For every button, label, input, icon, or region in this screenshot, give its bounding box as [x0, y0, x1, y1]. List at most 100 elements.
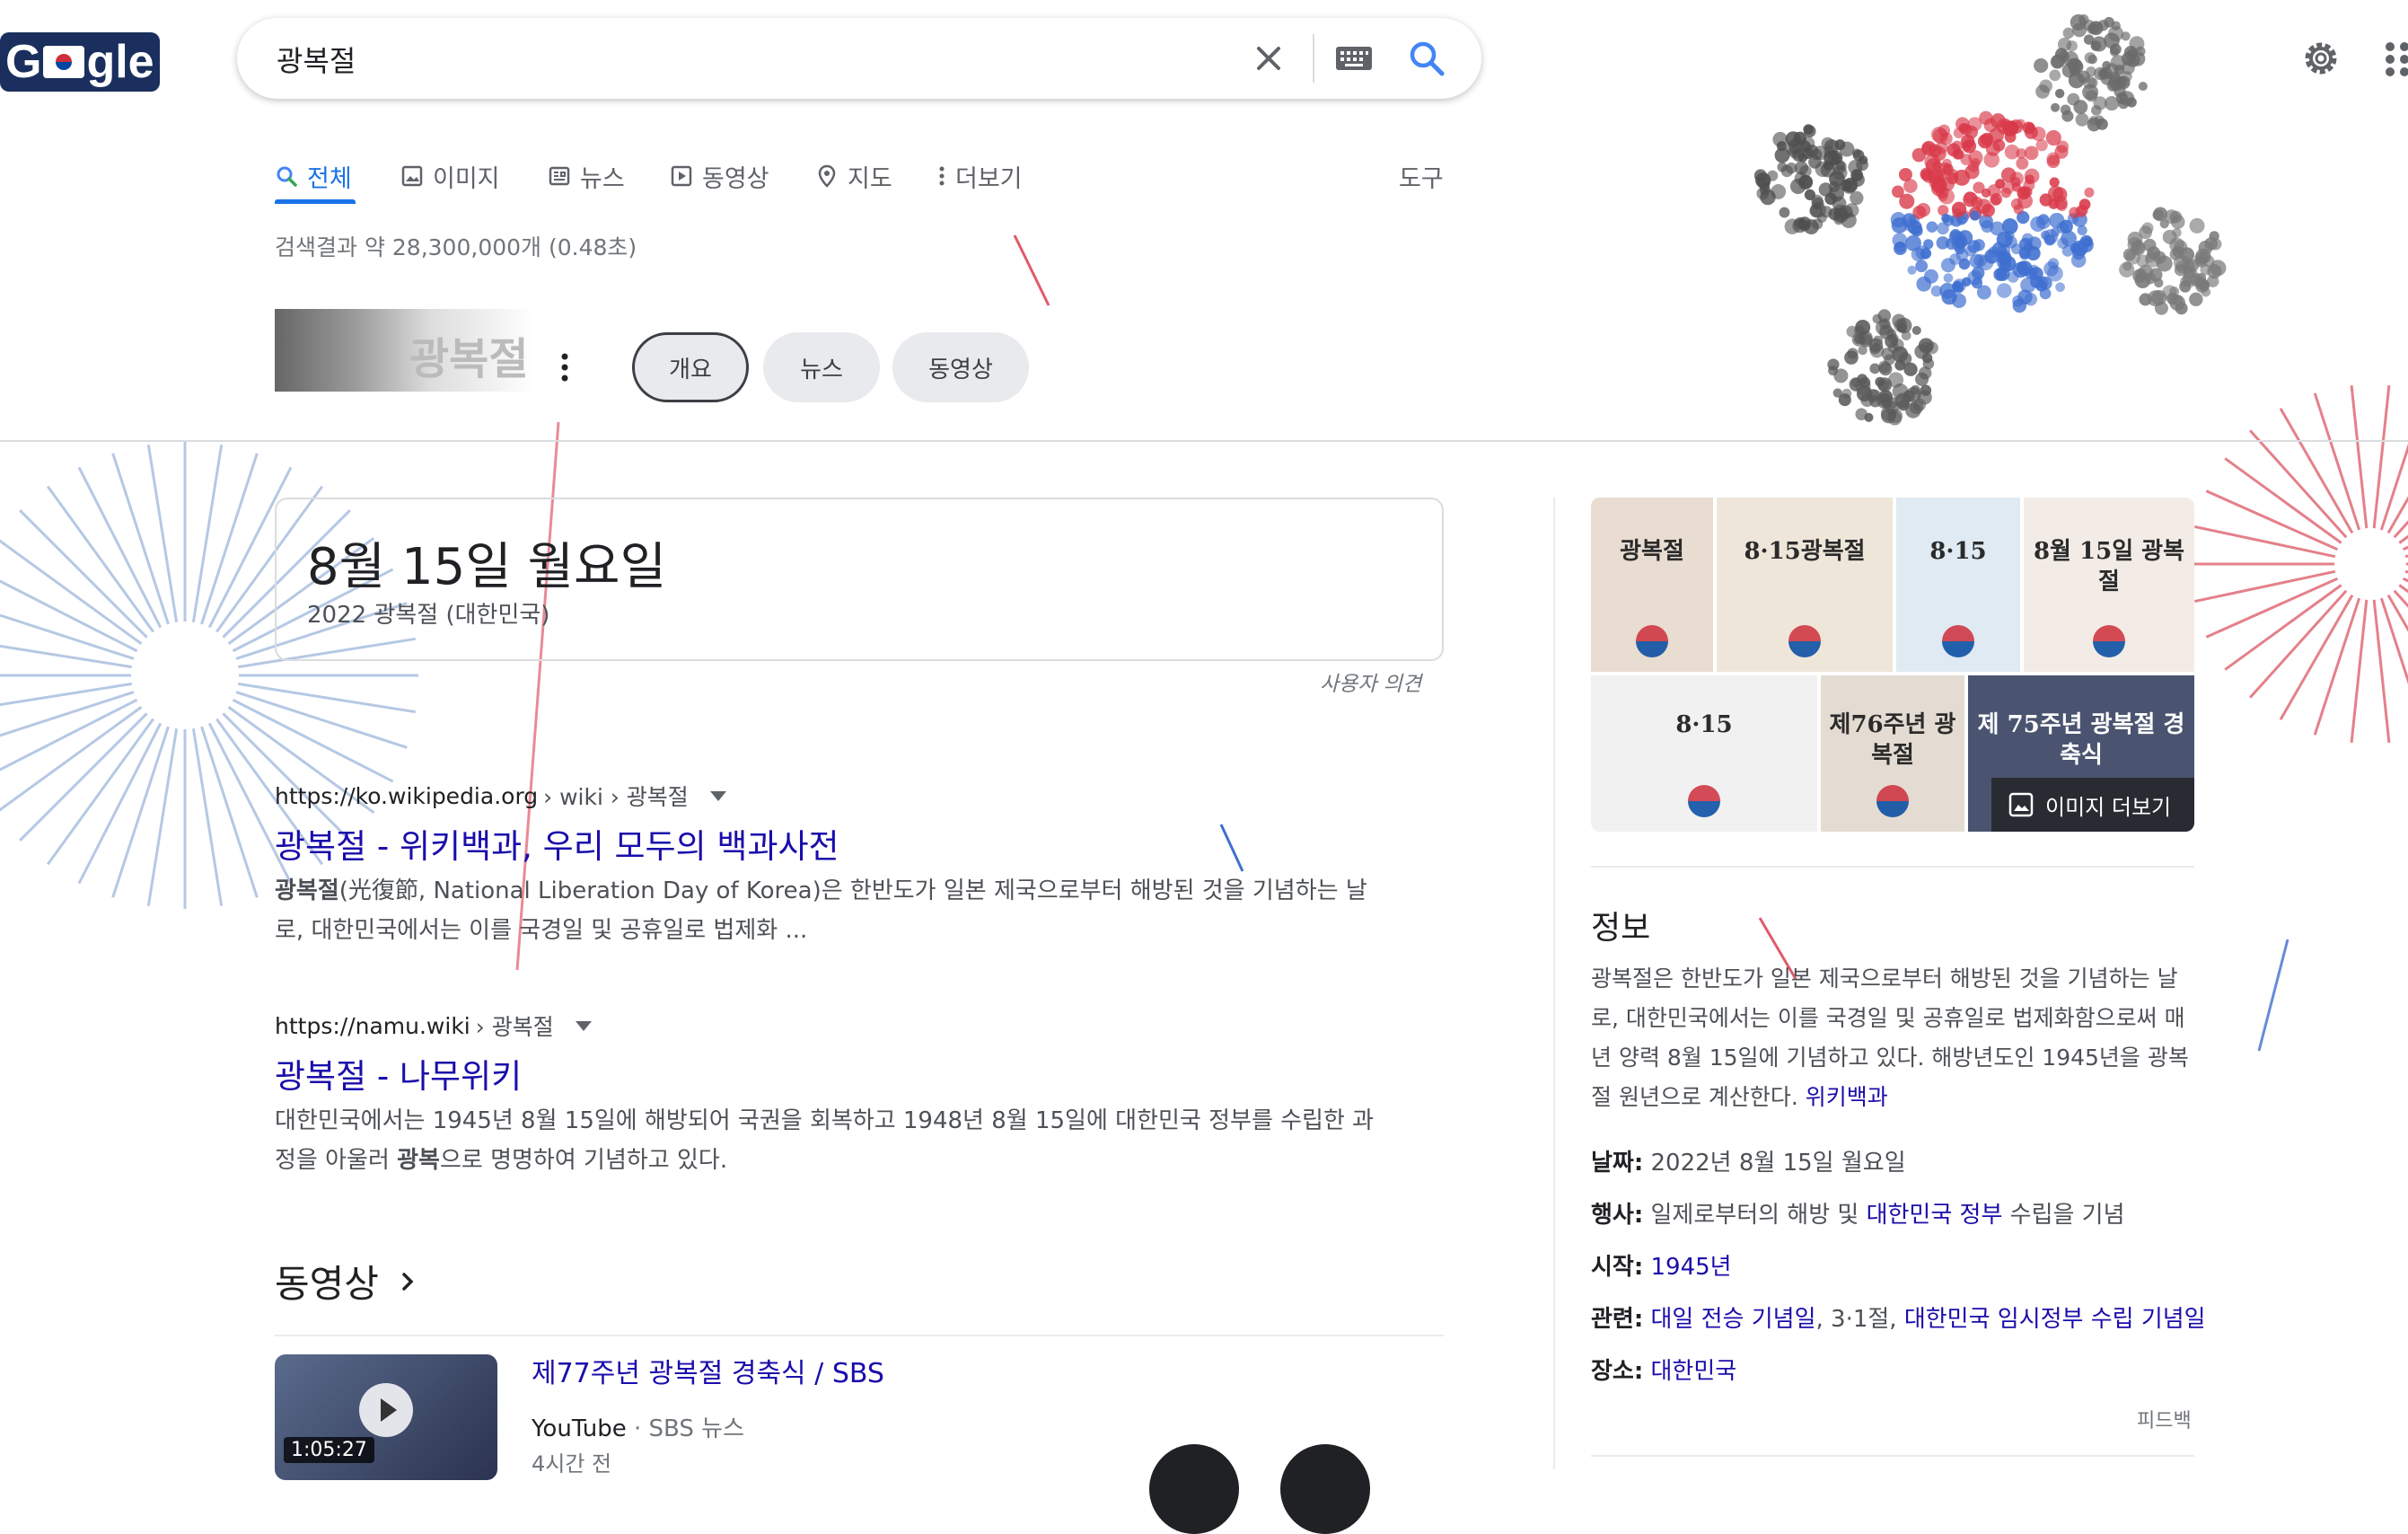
taegeuk-flag-icon: [43, 46, 84, 78]
video-source: YouTube · SBS 뉴스: [532, 1410, 744, 1443]
kp-image-caption: 제76주년 광복절: [1821, 710, 1964, 771]
search-icon[interactable]: [1406, 38, 1447, 79]
fact-value: 2022년 8월 15일 월요일: [1651, 1150, 1906, 1177]
search-box: [237, 18, 1481, 99]
fact-label: 장소:: [1591, 1358, 1643, 1385]
play-icon: [359, 1383, 413, 1437]
fact-label: 시작:: [1591, 1254, 1643, 1281]
google-logo[interactable]: G gle: [0, 32, 160, 92]
apps-grid-icon[interactable]: [2381, 40, 2408, 79]
fact-label: 행사:: [1591, 1202, 1643, 1229]
result-title[interactable]: 광복절 - 나무위키: [275, 1049, 522, 1098]
flag-icon: [1636, 625, 1668, 657]
fact-label: 날짜:: [1591, 1150, 1643, 1177]
tab-videos[interactable]: 동영상: [670, 149, 769, 203]
fact-link[interactable]: 1945년: [1651, 1254, 1732, 1281]
date-subtitle: 2022 광복절 (대한민국): [307, 596, 549, 630]
video-title[interactable]: 제77주년 광복절 경축식 / SBS: [532, 1351, 884, 1390]
videos-section-title[interactable]: 동영상: [275, 1254, 417, 1309]
chevron-right-icon: [399, 1269, 417, 1294]
search-divider: [1313, 34, 1314, 83]
more-images-button[interactable]: 이미지 더보기: [1991, 778, 2194, 832]
kp-image-tile[interactable]: 8월 15일 광복절: [2024, 498, 2194, 672]
kp-image-caption: 8·15광복절: [1717, 536, 1893, 567]
kp-image-tile[interactable]: 8·15: [1591, 675, 1817, 832]
kp-image-tile[interactable]: 광복절: [1591, 498, 1713, 672]
result-title[interactable]: 광복절 - 위키백과, 우리 모두의 백과사전: [275, 819, 839, 868]
fact-link[interactable]: 대한민국 정부: [1867, 1202, 2003, 1229]
tab-news[interactable]: 뉴스: [548, 149, 625, 203]
kp-image-caption: 제 75주년 광복절 경축식: [1968, 710, 2194, 771]
tab-more[interactable]: 더보기: [937, 149, 1023, 203]
result-snippet: 대한민국에서는 1945년 8월 15일에 해방되어 국권을 회복하고 1948…: [275, 1101, 1442, 1180]
tab-maps[interactable]: 지도: [815, 149, 892, 203]
tab-label: 뉴스: [580, 159, 625, 194]
kp-description: 광복절은 한반도가 일본 제국으로부터 해방된 것을 기념하는 날로, 대한민국…: [1591, 959, 2201, 1117]
panel-separator: [1553, 498, 1555, 1469]
active-tab-indicator: [275, 199, 356, 204]
kp-image-tile[interactable]: 8·15: [1896, 498, 2020, 672]
kp-source-link[interactable]: 위키백과: [1806, 1084, 1888, 1110]
flag-icon: [2093, 625, 2125, 657]
more-images-label: 이미지 더보기: [2045, 789, 2171, 821]
video-thumbnail[interactable]: 1:05:27: [275, 1354, 497, 1480]
fact-value: , 3·1절,: [1816, 1306, 1904, 1333]
result-site: https://namu.wiki: [275, 1013, 470, 1039]
fact-start: 시작: 1945년: [1591, 1248, 1732, 1282]
tab-images[interactable]: 이미지: [400, 149, 500, 203]
result-cite[interactable]: https://ko.wikipedia.org › wiki › 광복절: [275, 780, 726, 812]
settings-gear-icon[interactable]: [2298, 36, 2343, 81]
tab-label: 더보기: [955, 159, 1023, 194]
hero-thumbnail-text: 광복절: [409, 323, 528, 386]
map-pin-icon: [815, 164, 839, 188]
caret-down-icon[interactable]: [576, 1021, 592, 1031]
clear-icon[interactable]: [1248, 38, 1289, 79]
more-options-icon[interactable]: [558, 352, 571, 383]
more-vert-icon: [937, 164, 946, 188]
tab-label: 지도: [848, 159, 892, 194]
fact-value: 수립을 기념: [2002, 1202, 2124, 1229]
snippet-bold: 광복: [397, 1147, 440, 1174]
fact-link[interactable]: 대한민국 임시정부 수립 기념일: [1904, 1306, 2206, 1333]
result-cite[interactable]: https://namu.wiki › 광복절: [275, 1009, 592, 1042]
chip-videos[interactable]: 동영상: [892, 332, 1029, 402]
tab-label: 전체: [307, 159, 352, 194]
snippet-text: 대한민국에서는 1945년 8월 15일에 해방되어 국권을 회복하고 1948…: [275, 1101, 1442, 1141]
kp-image-tile[interactable]: 8·15광복절: [1717, 498, 1893, 672]
kp-image-caption: 광복절: [1591, 536, 1713, 567]
fact-related: 관련: 대일 전승 기념일, 3·1절, 대한민국 임시정부 수립 기념일: [1591, 1300, 2206, 1334]
video-icon: [670, 164, 693, 188]
logo-letters-gle: gle: [86, 32, 154, 92]
chip-news[interactable]: 뉴스: [763, 332, 880, 402]
flag-icon: [1876, 785, 1909, 817]
snippet-text: (光復節, National Liberation Day of Korea)은…: [339, 877, 1367, 904]
kp-feedback-link[interactable]: 피드백: [2137, 1405, 2192, 1433]
keyboard-icon[interactable]: [1334, 43, 1374, 74]
result-snippet: 광복절(光復節, National Liberation Day of Kore…: [275, 871, 1442, 950]
hero-thumbnail[interactable]: 광복절: [275, 309, 535, 392]
image-icon: [400, 164, 424, 188]
flag-icon: [1688, 785, 1720, 817]
fact-link[interactable]: 대한민국: [1651, 1358, 1737, 1385]
date-answer-card: 8월 15일 월요일 2022 광복절 (대한민국): [275, 498, 1444, 661]
fact-link[interactable]: 대일 전승 기념일: [1651, 1306, 1816, 1333]
header-divider: [0, 440, 2408, 442]
search-input[interactable]: [275, 36, 1266, 83]
tab-label: 이미지: [433, 159, 500, 194]
caret-down-icon[interactable]: [710, 791, 726, 801]
snippet-bold: 광복절: [275, 877, 339, 904]
tools-button[interactable]: 도구: [1399, 149, 1444, 203]
snippet-text: 로, 대한민국에서는 이를 국경일 및 공휴일로 법제화 ...: [275, 911, 1442, 950]
kp-image-tile[interactable]: 제76주년 광복절: [1821, 675, 1964, 832]
tab-all[interactable]: 전체: [275, 149, 352, 203]
chip-overview[interactable]: 개요: [632, 332, 749, 402]
kp-image-caption: 8월 15일 광복절: [2024, 536, 2194, 597]
user-feedback-link[interactable]: 사용자 의견: [1320, 666, 1421, 697]
video-platform: YouTube: [532, 1415, 627, 1442]
news-icon: [548, 164, 571, 188]
kp-heading: 정보: [1591, 902, 1650, 948]
kp-divider: [1591, 1455, 2194, 1457]
carousel-button[interactable]: [1280, 1444, 1370, 1534]
result-path: › 광복절: [476, 1009, 554, 1042]
carousel-button[interactable]: [1149, 1444, 1239, 1534]
